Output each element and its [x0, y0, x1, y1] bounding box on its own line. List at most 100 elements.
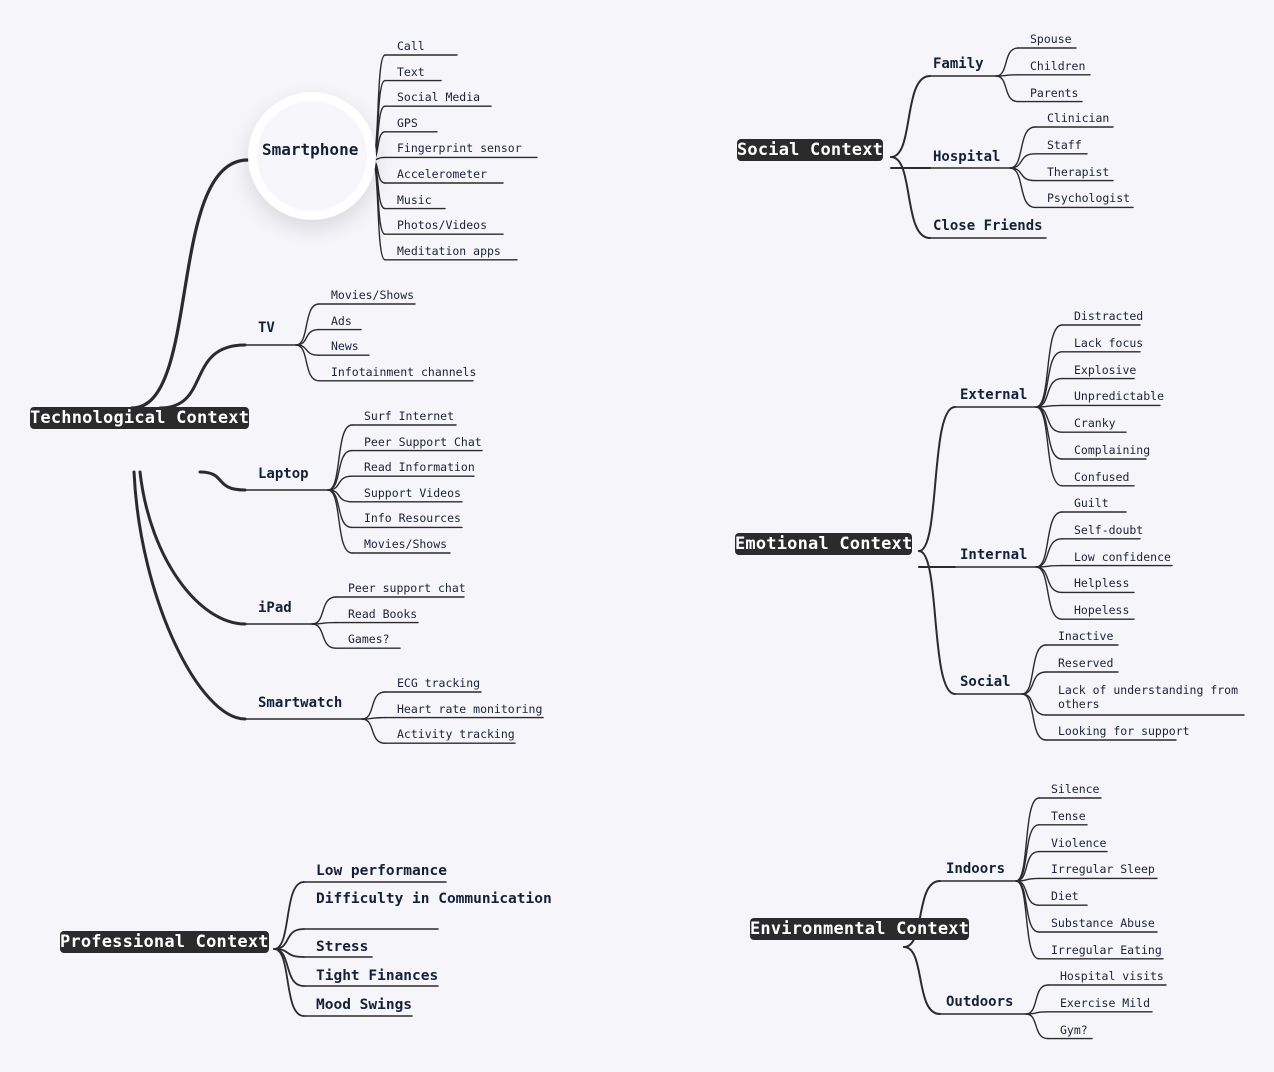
- leaf-connector: [361, 691, 386, 720]
- leaf-node[interactable]: Hopeless: [1074, 603, 1129, 617]
- leaf-connector: [1035, 538, 1063, 568]
- leaf-node[interactable]: Psychologist: [1047, 191, 1130, 205]
- leaf-node[interactable]: Movies/Shows: [331, 288, 414, 302]
- leaf-node[interactable]: Games?: [348, 632, 390, 646]
- leaf-node[interactable]: Silence: [1051, 782, 1099, 796]
- branch-close-friends[interactable]: Close Friends: [933, 218, 1043, 234]
- leaf-node[interactable]: Lack focus: [1074, 336, 1143, 350]
- leaf-node[interactable]: Cranky: [1074, 416, 1116, 430]
- leaf-node[interactable]: Infotainment channels: [331, 365, 476, 379]
- leaf-node[interactable]: Support Videos: [364, 486, 461, 500]
- leaf-node[interactable]: Peer support chat: [348, 581, 466, 595]
- branch-smartwatch[interactable]: Smartwatch: [258, 695, 342, 711]
- leaf-node[interactable]: Complaining: [1074, 443, 1150, 457]
- leaf-node[interactable]: Children: [1030, 59, 1085, 73]
- leaf-node[interactable]: Spouse: [1030, 32, 1072, 46]
- branch-ipad[interactable]: iPad: [258, 600, 292, 616]
- branch-smartphone[interactable]: Smartphone: [262, 140, 358, 159]
- leaf-node[interactable]: Confused: [1074, 470, 1129, 484]
- leaf-node[interactable]: Guilt: [1074, 496, 1109, 510]
- leaf-node[interactable]: Photos/Videos: [397, 218, 487, 232]
- root-technological[interactable]: Technological Context: [30, 407, 250, 429]
- leaf-node[interactable]: Looking for support: [1058, 724, 1190, 738]
- leaf-node[interactable]: Low confidence: [1074, 550, 1171, 564]
- leaf-node[interactable]: Explosive: [1074, 363, 1136, 377]
- root-environmental[interactable]: Environmental Context: [750, 918, 970, 940]
- leaf-connector: [1025, 984, 1049, 1015]
- leaf-node[interactable]: Heart rate monitoring: [397, 702, 542, 716]
- leaf-connector: [295, 303, 320, 346]
- leaf-node[interactable]: Hospital visits: [1060, 969, 1164, 983]
- branch-connector: [273, 948, 305, 1017]
- leaf-node[interactable]: Self-doubt: [1074, 523, 1143, 537]
- leaf-node[interactable]: Call: [397, 39, 425, 53]
- branch-connector: [198, 470, 247, 492]
- leaf-node[interactable]: Unpredictable: [1074, 389, 1164, 403]
- branch-node[interactable]: Stress: [316, 938, 368, 956]
- branch-external[interactable]: External: [960, 387, 1027, 403]
- leaf-node[interactable]: Read Information: [364, 460, 475, 474]
- branch-indoors[interactable]: Indoors: [946, 861, 1005, 877]
- leaf-node[interactable]: Therapist: [1047, 165, 1109, 179]
- leaf-node[interactable]: Fingerprint sensor: [397, 141, 522, 155]
- leaf-node[interactable]: Clinician: [1047, 111, 1109, 125]
- leaf-connector: [327, 489, 353, 529]
- leaf-node[interactable]: Music: [397, 193, 432, 207]
- branch-social[interactable]: Social: [960, 674, 1011, 690]
- leaf-connector: [1035, 406, 1063, 433]
- branch-node[interactable]: Tight Finances: [316, 967, 438, 985]
- branch-tv[interactable]: TV: [258, 320, 275, 336]
- leaf-node[interactable]: ECG tracking: [397, 676, 480, 690]
- leaf-node[interactable]: Staff: [1047, 138, 1082, 152]
- root-emotional[interactable]: Emotional Context: [735, 533, 913, 555]
- leaf-connector: [1015, 880, 1040, 906]
- leaf-node[interactable]: Surf Internet: [364, 409, 454, 423]
- branch-node[interactable]: Low performance: [316, 862, 447, 880]
- branch-node[interactable]: Mood Swings: [316, 996, 412, 1014]
- branch-connector: [273, 881, 305, 950]
- leaf-node[interactable]: GPS: [397, 116, 418, 130]
- leaf-node[interactable]: Reserved: [1058, 656, 1113, 670]
- branch-internal[interactable]: Internal: [960, 547, 1027, 563]
- branch-family[interactable]: Family: [933, 56, 984, 72]
- leaf-node[interactable]: Movies/Shows: [364, 537, 447, 551]
- root-professional[interactable]: Professional Context: [60, 931, 269, 953]
- branch-hospital[interactable]: Hospital: [933, 149, 1000, 165]
- branch-connector: [890, 75, 931, 158]
- leaf-connector: [1015, 797, 1040, 882]
- leaf-connector: [311, 596, 337, 625]
- leaf-node[interactable]: Peer Support Chat: [364, 435, 482, 449]
- leaf-connector: [1021, 644, 1047, 695]
- leaf-node[interactable]: Exercise Mild: [1060, 996, 1150, 1010]
- leaf-node[interactable]: Violence: [1051, 836, 1106, 850]
- branch-outdoors[interactable]: Outdoors: [946, 994, 1013, 1010]
- leaf-node[interactable]: Ads: [331, 314, 352, 328]
- branch-node[interactable]: Difficulty in Communication: [316, 890, 552, 908]
- leaf-node[interactable]: Info Resources: [364, 511, 461, 525]
- leaf-connector: [327, 489, 353, 554]
- leaf-node[interactable]: Accelerometer: [397, 167, 487, 181]
- leaf-node[interactable]: Irregular Sleep: [1051, 862, 1155, 876]
- leaf-node[interactable]: Tense: [1051, 809, 1086, 823]
- leaf-connector: [295, 328, 320, 346]
- leaf-node[interactable]: Diet: [1051, 889, 1079, 903]
- root-social[interactable]: Social Context: [737, 139, 884, 161]
- leaf-node[interactable]: Substance Abuse: [1051, 916, 1155, 930]
- leaf-node[interactable]: Activity tracking: [397, 727, 515, 741]
- leaf-connector: [1035, 377, 1063, 408]
- leaf-node[interactable]: Irregular Eating: [1051, 943, 1162, 957]
- leaf-node[interactable]: Helpless: [1074, 576, 1129, 590]
- leaf-node[interactable]: Read Books: [348, 607, 417, 621]
- leaf-connector: [1009, 153, 1036, 169]
- leaf-node[interactable]: Social Media: [397, 90, 480, 104]
- leaf-node[interactable]: Parents: [1030, 86, 1078, 100]
- leaf-connector: [995, 75, 1019, 103]
- leaf-node[interactable]: Text: [397, 65, 425, 79]
- leaf-node[interactable]: Lack of understanding from others: [1058, 683, 1248, 711]
- leaf-node[interactable]: News: [331, 339, 359, 353]
- leaf-node[interactable]: Gym?: [1060, 1023, 1088, 1037]
- leaf-node[interactable]: Distracted: [1074, 309, 1143, 323]
- branch-laptop[interactable]: Laptop: [258, 466, 309, 482]
- leaf-node[interactable]: Meditation apps: [397, 244, 501, 258]
- leaf-node[interactable]: Inactive: [1058, 629, 1113, 643]
